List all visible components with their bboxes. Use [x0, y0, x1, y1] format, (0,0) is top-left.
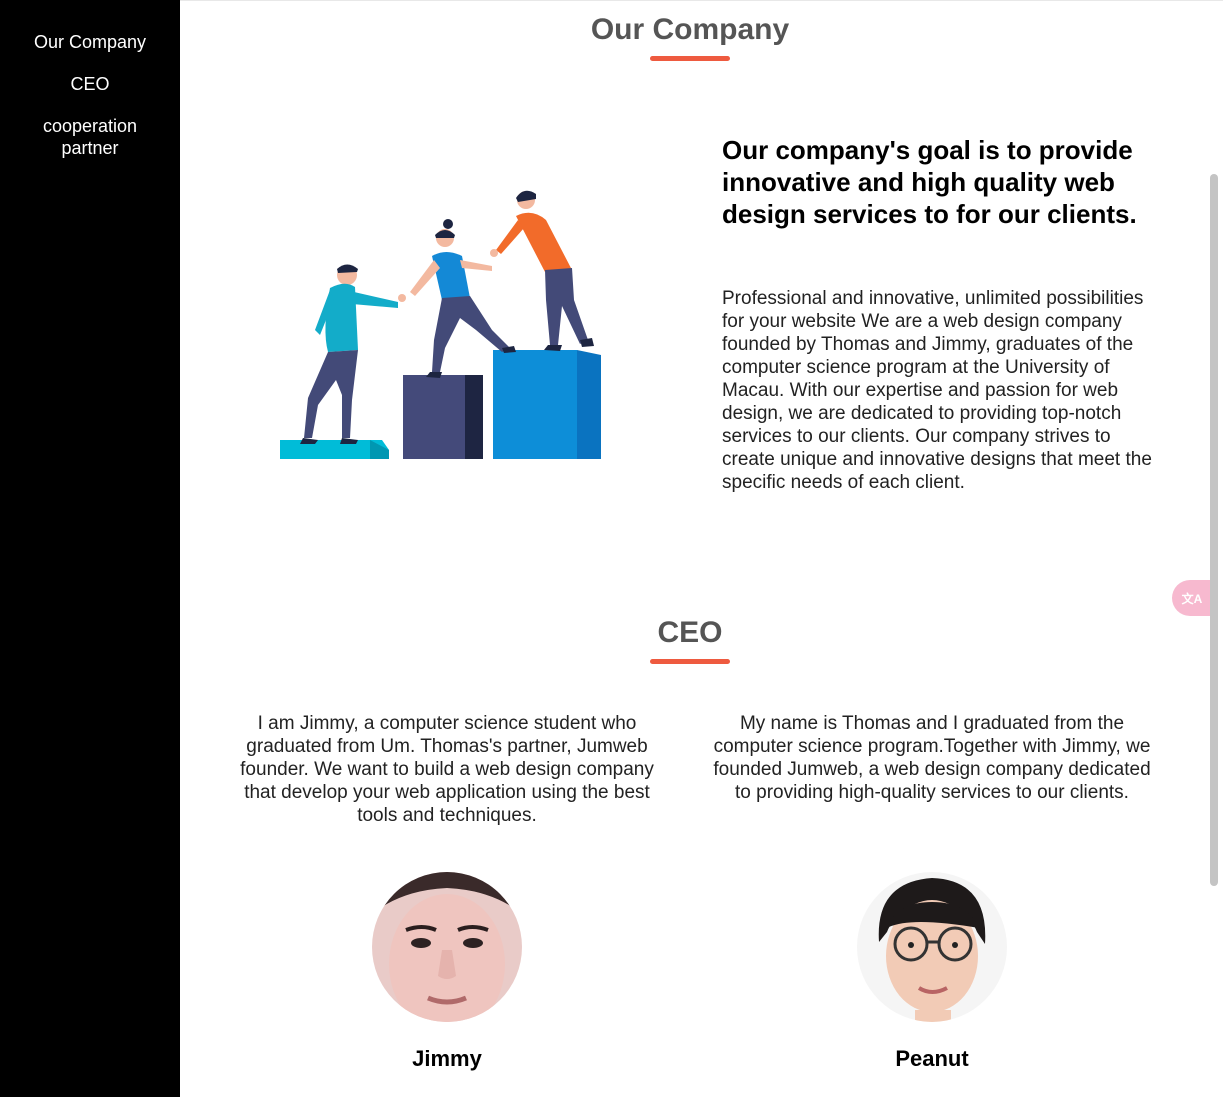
nav-link-ceo[interactable]: CEO: [0, 73, 180, 95]
ceo-name-jimmy: Jimmy: [412, 1046, 482, 1071]
translate-icon[interactable]: 文A: [1172, 580, 1212, 616]
ceo-bio-peanut: My name is Thomas and I graduated from t…: [713, 713, 1151, 803]
our-company-title: Our Company: [590, 13, 790, 46]
nav-link-cooperation-partner[interactable]: cooperation partner: [0, 115, 180, 159]
nav-link-label-line1: cooperation: [42, 116, 138, 136]
ceo-title-underline: [650, 659, 730, 664]
top-divider: [180, 0, 1223, 1]
scrollbar-thumb[interactable]: [1210, 174, 1218, 886]
our-company-title-underline: [650, 56, 730, 61]
avatar-jimmy: [372, 872, 522, 1022]
ceo-bio-jimmy: I am Jimmy, a computer science student w…: [240, 713, 654, 826]
company-description: Professional and innovative, unlimited p…: [722, 288, 1152, 493]
nav-link-our-company[interactable]: Our Company: [0, 31, 180, 53]
teamwork-illustration: [270, 180, 610, 470]
company-goal-heading: Our company's goal is to provide innovat…: [722, 135, 1137, 229]
ceo-title: CEO: [657, 616, 723, 649]
avatar-peanut: [857, 872, 1007, 1022]
nav-link-label-line2: partner: [61, 138, 119, 158]
ceo-name-peanut: Peanut: [895, 1046, 969, 1071]
sidebar-nav: Our Company CEO cooperation partner: [0, 0, 180, 1097]
